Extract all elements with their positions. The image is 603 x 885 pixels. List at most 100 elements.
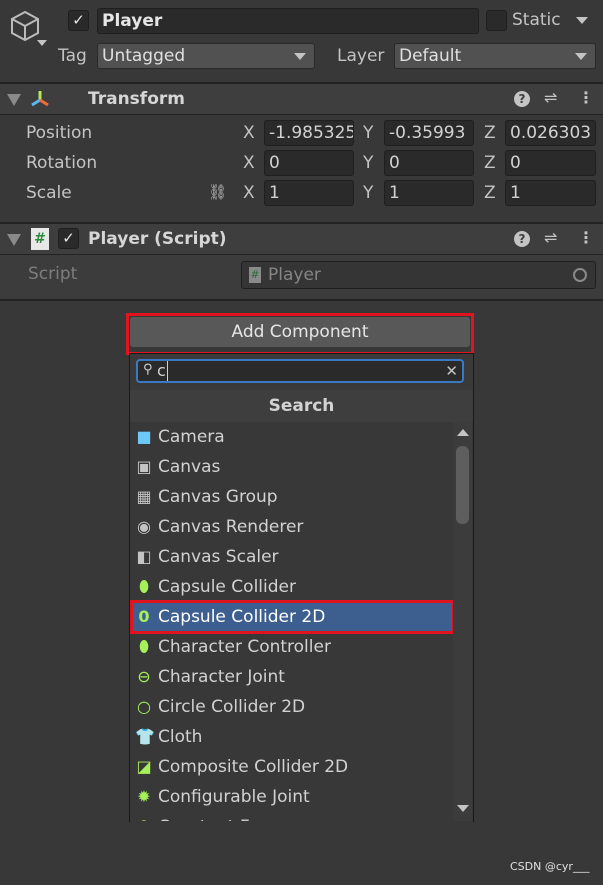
layer-dropdown[interactable]: Default <box>394 43 596 69</box>
foldout-arrow-icon[interactable] <box>7 234 21 246</box>
object-picker-icon[interactable] <box>573 268 587 282</box>
component-title: Transform <box>88 89 185 109</box>
rotation-z-field[interactable]: 0 <box>505 150 596 176</box>
position-x-field[interactable]: -1.985325 <box>264 120 354 146</box>
component-item[interactable]: ▦ Canvas Group <box>131 482 453 512</box>
scrollbar[interactable] <box>453 422 472 821</box>
transform-icon <box>29 89 51 114</box>
canvas-scaler-icon: ◧ <box>136 547 152 566</box>
axis-label-z[interactable]: Z <box>484 123 496 143</box>
add-component-button[interactable]: Add Component <box>130 317 470 347</box>
gameobject-icon-dropdown-arrow[interactable] <box>37 40 47 46</box>
divider <box>0 299 603 301</box>
divider <box>0 114 603 115</box>
component-item[interactable]: ▣ Canvas <box>131 452 453 482</box>
transform-scale-label: Scale <box>26 183 72 203</box>
search-icon: ⚲ <box>143 362 153 377</box>
component-item-label: Canvas Group <box>158 487 278 507</box>
static-checkbox[interactable] <box>486 10 507 31</box>
component-item[interactable]: ⬮ Capsule Collider <box>131 572 453 602</box>
eye-icon: ◉ <box>137 517 151 536</box>
component-item[interactable]: ◉ Canvas Renderer <box>131 512 453 542</box>
script-field-value: Player <box>268 265 321 285</box>
component-item[interactable]: ◪ Composite Collider 2D <box>131 752 453 782</box>
script-icon: # <box>249 267 261 283</box>
axis-label-z[interactable]: Z <box>484 153 496 173</box>
scroll-up-arrow[interactable] <box>457 429 469 436</box>
rotation-y-field[interactable]: 0 <box>384 150 474 176</box>
scroll-thumb[interactable] <box>456 446 469 524</box>
component-search-input[interactable]: ⚲ c ✕ <box>136 359 464 383</box>
axis-label-x[interactable]: X <box>243 123 255 143</box>
more-menu-icon[interactable]: ⋮ <box>578 88 594 107</box>
component-item[interactable]: 👕 Cloth <box>131 722 453 752</box>
axis-label-x[interactable]: X <box>243 183 255 203</box>
component-item[interactable]: ○ Circle Collider 2D <box>131 692 453 722</box>
component-item[interactable]: ⚲ Constant Force <box>131 812 453 821</box>
scale-x-field[interactable]: 1 <box>264 180 354 206</box>
component-item-label: Cloth <box>158 727 203 747</box>
foldout-arrow-icon[interactable] <box>7 94 21 106</box>
section-title: Search <box>268 396 335 416</box>
popup-section-header: Search <box>130 390 473 422</box>
scale-y-field[interactable]: 1 <box>384 180 474 206</box>
transform-position-label: Position <box>26 123 93 143</box>
transform-rotation-label: Rotation <box>26 153 98 173</box>
axis-label-y[interactable]: Y <box>363 183 373 203</box>
component-item[interactable]: ⊖ Character Joint <box>131 662 453 692</box>
script-component-header[interactable]: # ✓ Player (Script) ? ⇌ ⋮ <box>0 224 603 254</box>
presets-icon[interactable]: ⇌ <box>544 228 557 247</box>
component-item[interactable]: ⬮ Character Controller <box>131 632 453 662</box>
axis-label-x[interactable]: X <box>243 153 255 173</box>
help-icon[interactable]: ? <box>514 231 530 247</box>
camera-icon: ■ <box>136 427 152 446</box>
composite-collider-icon: ◪ <box>136 757 152 776</box>
static-dropdown-arrow[interactable] <box>576 17 588 24</box>
position-z-field[interactable]: 0.026303 <box>505 120 596 146</box>
layer-label: Layer <box>337 46 385 66</box>
component-item-label: Camera <box>158 427 225 447</box>
active-checkbox[interactable]: ✓ <box>68 10 89 31</box>
component-item-label: Canvas Scaler <box>158 547 279 567</box>
script-field-label: Script <box>28 264 78 284</box>
component-list: ■ Camera ▣ Canvas ▦ Canvas Group ◉ Canva… <box>130 422 453 821</box>
component-item[interactable]: ✹ Configurable Joint <box>131 782 453 812</box>
script-object-field[interactable]: # Player <box>241 261 596 289</box>
capsule-collider-icon: ⬮ <box>138 577 150 596</box>
script-icon: # <box>31 228 49 250</box>
component-item-label: Composite Collider 2D <box>158 757 349 777</box>
tag-dropdown[interactable]: Untagged <box>97 43 315 69</box>
rotation-x-field[interactable]: 0 <box>264 150 354 176</box>
clear-search-icon[interactable]: ✕ <box>445 361 458 381</box>
tag-value: Untagged <box>102 46 186 66</box>
search-value: c <box>157 361 168 381</box>
layer-value: Default <box>399 46 462 66</box>
scale-z-field[interactable]: 1 <box>505 180 596 206</box>
component-item-label: Constant Force <box>158 817 286 821</box>
component-item[interactable]: ◧ Canvas Scaler <box>131 542 453 572</box>
help-icon[interactable]: ? <box>514 91 530 107</box>
static-label: Static <box>512 10 561 30</box>
axis-label-y[interactable]: Y <box>363 123 373 143</box>
component-item-label: Circle Collider 2D <box>158 697 306 717</box>
scroll-down-arrow[interactable] <box>457 805 469 812</box>
chevron-down-icon <box>294 53 306 60</box>
component-item-label: Character Joint <box>158 667 285 687</box>
cloth-icon: 👕 <box>135 727 155 746</box>
transform-header[interactable]: Transform ? ⇌ ⋮ <box>0 84 603 114</box>
tag-label: Tag <box>58 46 87 66</box>
component-item-label: Configurable Joint <box>158 787 310 807</box>
axis-label-y[interactable]: Y <box>363 153 373 173</box>
component-item[interactable]: ■ Camera <box>131 422 453 452</box>
presets-icon[interactable]: ⇌ <box>544 88 557 107</box>
constrain-proportions-icon[interactable]: ⛓ <box>208 183 227 201</box>
position-y-field[interactable]: -0.35993 <box>384 120 474 146</box>
component-item-label: Canvas Renderer <box>158 517 304 537</box>
more-menu-icon[interactable]: ⋮ <box>578 228 594 247</box>
canvas-icon: ▣ <box>136 457 152 476</box>
script-enabled-checkbox[interactable]: ✓ <box>58 228 79 249</box>
circle-collider-icon: ○ <box>137 697 151 716</box>
axis-label-z[interactable]: Z <box>484 183 496 203</box>
gameobject-icon[interactable] <box>8 9 42 43</box>
object-name-field[interactable]: Player <box>97 8 479 34</box>
